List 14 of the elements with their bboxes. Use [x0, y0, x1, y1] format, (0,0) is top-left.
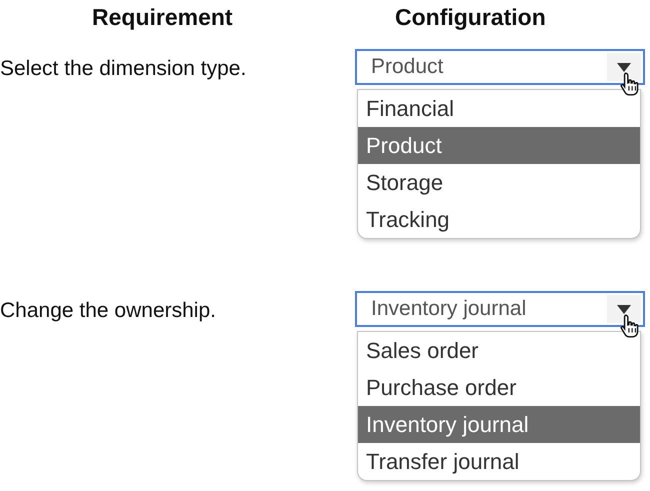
caret-icon: [617, 62, 631, 72]
dropdown-option[interactable]: Transfer journal: [358, 443, 640, 480]
dropdown-option[interactable]: Product: [358, 127, 640, 164]
dropdown-option[interactable]: Inventory journal: [358, 406, 640, 443]
dropdown-option[interactable]: Financial: [358, 90, 640, 127]
requirement-text: Select the dimension type.: [0, 56, 248, 82]
dropdown-option[interactable]: Purchase order: [358, 369, 640, 406]
caret-icon: [617, 304, 631, 314]
column-header: Requirement: [91, 4, 234, 30]
column-header: Configuration: [394, 4, 547, 30]
requirement-text: Change the ownership.: [0, 298, 217, 324]
dropdown-option[interactable]: Tracking: [358, 201, 640, 238]
dropdown-option[interactable]: Sales order: [358, 332, 640, 369]
dropdown-option[interactable]: Storage: [358, 164, 640, 201]
